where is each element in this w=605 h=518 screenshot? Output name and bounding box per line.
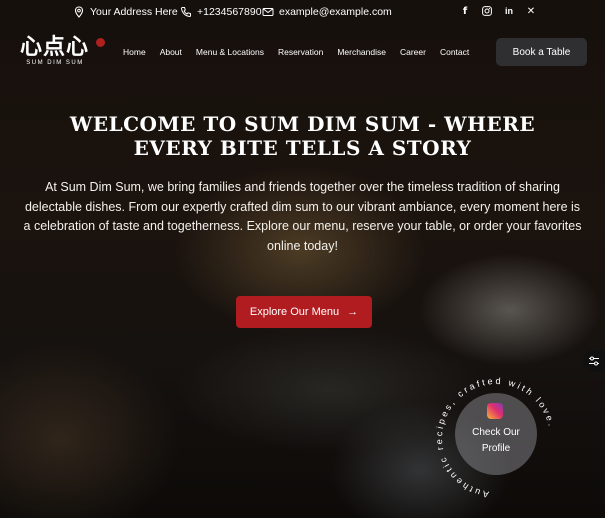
- linkedin-icon[interactable]: in: [503, 6, 515, 19]
- social-links: f in ✕: [459, 6, 537, 19]
- nav-merchandise[interactable]: Merchandise: [337, 47, 386, 57]
- profile-badge[interactable]: Authentic recipes, crafted with love. Ch…: [430, 370, 570, 510]
- logo-text: 心点心: [20, 34, 90, 60]
- badge-line-2: Profile: [481, 443, 511, 454]
- nav-about[interactable]: About: [160, 47, 182, 57]
- facebook-icon[interactable]: f: [459, 6, 471, 19]
- nav-contact[interactable]: Contact: [440, 47, 469, 57]
- main-navbar: 心点心 SUM DIM SUM Home About Menu & Locati…: [0, 30, 605, 78]
- x-icon[interactable]: ✕: [525, 6, 537, 19]
- email-item[interactable]: example@example.com: [262, 6, 392, 18]
- hero-title-line-1: Welcome to Sum Dim Sum - Where: [69, 112, 536, 136]
- top-info-bar: Your Address Here +1234567890 example@ex…: [0, 0, 605, 26]
- accessibility-widget-button[interactable]: [583, 350, 605, 372]
- logo-seal: [96, 38, 105, 47]
- phone-item[interactable]: +1234567890: [180, 6, 262, 18]
- instagram-icon[interactable]: [481, 6, 493, 19]
- hero-title: Welcome to Sum Dim Sum - Where Every Bit…: [0, 112, 605, 160]
- logo[interactable]: 心点心 SUM DIM SUM: [20, 36, 108, 72]
- sliders-icon: [589, 356, 599, 366]
- mail-icon: [262, 8, 274, 16]
- badge-line-1: Check Our: [472, 427, 520, 438]
- hero-description: At Sum Dim Sum, we bring families and fr…: [23, 180, 582, 253]
- instagram-icon: [487, 403, 503, 419]
- badge-label: Check Our Profile: [455, 425, 537, 457]
- phone-text: +1234567890: [197, 6, 262, 18]
- nav-menu: Home About Menu & Locations Reservation …: [123, 47, 469, 57]
- explore-menu-label: Explore Our Menu: [249, 306, 340, 318]
- book-table-button[interactable]: Book a Table: [496, 38, 587, 66]
- nav-home[interactable]: Home: [123, 47, 146, 57]
- nav-menu-locations[interactable]: Menu & Locations: [196, 47, 264, 57]
- arrow-right-icon: →: [347, 306, 359, 318]
- nav-reservation[interactable]: Reservation: [278, 47, 323, 57]
- location-pin-icon: [74, 6, 84, 18]
- logo-subtitle: SUM DIM SUM: [26, 60, 84, 66]
- address-text: Your Address Here: [90, 6, 178, 18]
- nav-career[interactable]: Career: [400, 47, 426, 57]
- hero-title-line-2: Every Bite Tells a Story: [133, 136, 472, 160]
- address-item[interactable]: Your Address Here: [73, 6, 178, 18]
- email-text: example@example.com: [279, 6, 392, 18]
- phone-icon: [180, 7, 191, 18]
- explore-menu-button[interactable]: Explore Our Menu →: [236, 296, 372, 328]
